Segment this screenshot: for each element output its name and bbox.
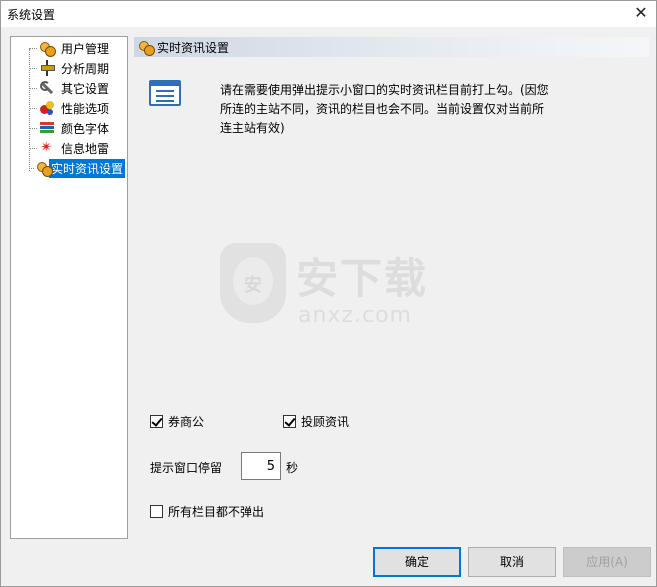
window-title: 系统设置 (7, 8, 56, 22)
title-bar: 系统设置 ✕ (1, 1, 656, 27)
cancel-button[interactable]: 取消 (468, 547, 556, 577)
info-mine-icon (39, 139, 55, 156)
panel-header: 实时资讯设置 (134, 37, 649, 57)
checkbox-broker-notice[interactable]: 券商公 (150, 413, 204, 430)
checkbox-label: 券商公 (168, 415, 205, 429)
tree-item-color-font[interactable]: 颜色字体 (29, 119, 125, 137)
tree-item-label: 其它设置 (61, 81, 110, 96)
ok-button[interactable]: 确定 (373, 547, 461, 577)
tree-item-realtime-news[interactable]: 实时资讯设置 (29, 158, 125, 178)
color-font-icon (39, 120, 55, 136)
watermark-logo: 安 安下载 anxz.com (216, 239, 446, 339)
tree-item-label: 用户管理 (61, 41, 110, 56)
settings-tree: 用户管理 分析周期 其它设置 性能选项 颜色字体 信息地雷 实时资讯设置 (10, 36, 128, 539)
apply-button[interactable]: 应用(A) (563, 547, 651, 577)
watermark-domain: anxz.com (298, 303, 412, 328)
shield-icon: 安 (220, 243, 286, 323)
cycle-icon (39, 60, 55, 76)
performance-icon (39, 100, 55, 116)
tree-item-other-settings[interactable]: 其它设置 (29, 79, 125, 97)
tree-item-label: 分析周期 (61, 61, 110, 76)
checkbox-box[interactable] (150, 505, 163, 518)
panel-title: 实时资讯设置 (157, 40, 230, 55)
tree-item-label: 颜色字体 (61, 121, 110, 136)
wrench-icon (39, 80, 55, 96)
tree-item-label: 性能选项 (61, 101, 110, 116)
checkbox-box[interactable] (150, 415, 163, 428)
checkbox-label: 投顾资讯 (301, 415, 350, 429)
popup-duration-label: 提示窗口停留 (150, 461, 223, 475)
tree-item-user-management[interactable]: 用户管理 (29, 39, 125, 57)
popup-duration-input[interactable] (241, 452, 281, 480)
checkbox-box[interactable] (283, 415, 296, 428)
people-icon (39, 40, 56, 57)
people-icon (36, 160, 54, 177)
checkbox-label: 所有栏目都不弹出 (168, 505, 265, 519)
tree-item-performance[interactable]: 性能选项 (29, 99, 125, 117)
panel-description: 请在需要使用弹出提示小窗口的实时资讯栏目前打上勾。(因您所连的主站不同，资讯的栏… (220, 83, 549, 135)
popup-duration-unit: 秒 (286, 461, 299, 475)
tree-item-label: 信息地雷 (61, 141, 110, 156)
people-icon (138, 39, 155, 56)
checkbox-no-popup[interactable]: 所有栏目都不弹出 (150, 503, 264, 520)
document-icon (149, 80, 181, 106)
checkbox-advisor-news[interactable]: 投顾资讯 (283, 413, 349, 430)
tree-item-info-mine[interactable]: 信息地雷 (29, 139, 125, 157)
close-icon[interactable]: ✕ (626, 1, 656, 27)
tree-item-analysis-cycle[interactable]: 分析周期 (29, 59, 125, 77)
watermark-text: 安下载 (296, 254, 429, 303)
tree-item-label: 实时资讯设置 (48, 158, 125, 178)
